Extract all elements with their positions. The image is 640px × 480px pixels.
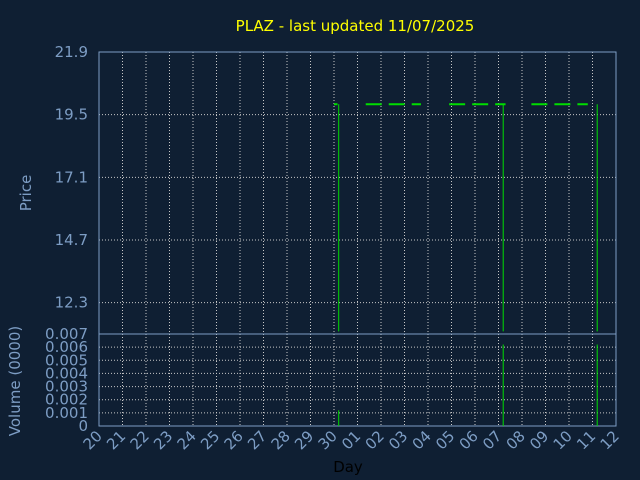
chart-title: PLAZ - last updated 11/07/2025 <box>236 17 475 35</box>
x-axis-label: Day <box>333 458 363 476</box>
x-tick-label: 12 <box>597 427 623 453</box>
volume-gridlines <box>99 334 616 426</box>
chart-container: PLAZ - last updated 11/07/2025 21.9 19.5 1… <box>0 0 640 480</box>
volume-series <box>338 344 598 426</box>
x-tick-label: 03 <box>385 427 411 453</box>
x-tick-label: 09 <box>526 427 552 453</box>
x-tick-label: 05 <box>432 427 458 453</box>
volume-y-ticks: 0.0070.0060.0050.0040.0030.0020.0010 <box>45 325 88 435</box>
price-y-tick-label: 12.3 <box>55 294 88 312</box>
volume-axis-label: Volume (0000) <box>6 326 24 436</box>
x-tick-label: 24 <box>174 427 200 453</box>
x-tick-label: 07 <box>479 427 505 453</box>
x-tick-label: 06 <box>456 427 482 453</box>
x-tick-label: 29 <box>291 427 317 453</box>
x-tick-label: 22 <box>127 427 153 453</box>
x-tick-label: 04 <box>409 427 435 453</box>
x-tick-label: 26 <box>221 427 247 453</box>
x-tick-label: 02 <box>362 427 388 453</box>
price-y-ticks: 21.9 19.5 17.1 14.7 12.3 <box>55 43 88 312</box>
x-tick-label: 01 <box>338 427 364 453</box>
price-y-tick-label: 17.1 <box>55 168 88 186</box>
x-tick-label: 25 <box>197 427 223 453</box>
x-tick-label: 23 <box>150 427 176 453</box>
price-axis-label: Price <box>17 175 35 212</box>
x-tick-label: 28 <box>268 427 294 453</box>
x-tick-label: 10 <box>550 427 576 453</box>
x-tick-label: 21 <box>103 427 129 453</box>
price-y-tick-label: 21.9 <box>55 43 88 61</box>
price-gridlines <box>99 52 616 334</box>
stock-chart: PLAZ - last updated 11/07/2025 21.9 19.5 1… <box>6 17 623 476</box>
x-tick-label: 30 <box>315 427 341 453</box>
price-y-tick-label: 19.5 <box>55 106 88 124</box>
price-series <box>334 103 598 332</box>
x-tick-label: 27 <box>244 427 270 453</box>
price-y-tick-label: 14.7 <box>55 231 88 249</box>
x-ticks: 2021222324252627282930010203040506070809… <box>80 427 623 453</box>
x-tick-label: 11 <box>573 427 599 453</box>
x-tick-label: 08 <box>503 427 529 453</box>
